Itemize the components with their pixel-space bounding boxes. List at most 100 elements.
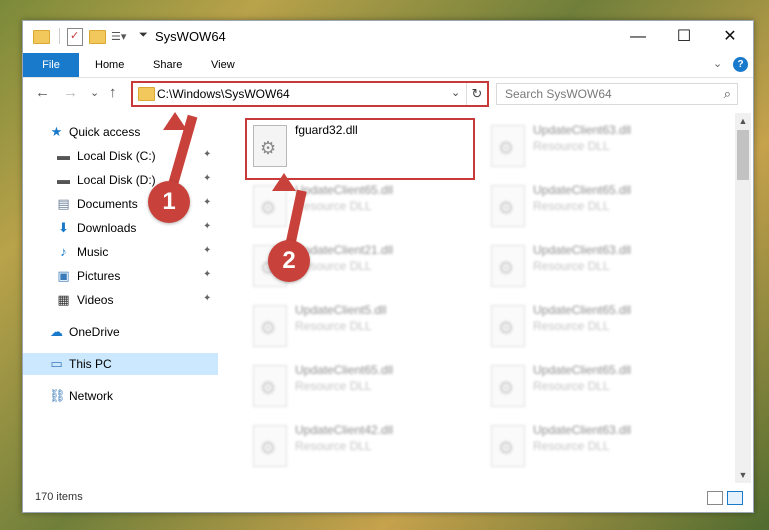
refresh-button[interactable]: ↻ <box>466 83 487 105</box>
help-icon[interactable]: ? <box>733 57 748 72</box>
dll-file-icon: ⚙ <box>253 125 287 167</box>
gear-icon: ⚙ <box>498 318 515 338</box>
dll-file-icon: ⚙ <box>491 365 525 407</box>
gear-icon: ⚙ <box>260 198 277 218</box>
file-name: UpdateClient65.dll <box>295 363 394 377</box>
tab-share[interactable]: Share <box>153 53 182 77</box>
address-dropdown-icon[interactable]: ⌄ <box>451 86 460 99</box>
scroll-up-icon[interactable]: ▲ <box>735 113 751 129</box>
sidebar-item-label: OneDrive <box>69 325 120 339</box>
dll-file-icon: ⚙ <box>491 185 525 227</box>
file-item[interactable]: ⚙ UpdateClient65.dll Resource DLL <box>241 357 473 413</box>
documents-icon: ▤ <box>57 196 70 211</box>
search-icon[interactable]: ⌕ <box>724 86 731 102</box>
gear-icon: ⚙ <box>498 258 515 278</box>
expand-ribbon-icon[interactable]: ⌄ <box>713 57 722 70</box>
file-item-fguard32[interactable]: ⚙ fguard32.dll <box>241 117 473 173</box>
file-item[interactable]: ⚙ UpdateClient63.dll Resource DLL <box>479 237 711 293</box>
sidebar-item-label: This PC <box>69 357 112 371</box>
sidebar-item-videos[interactable]: ▦ Videos ✦ <box>23 289 218 311</box>
file-item[interactable]: ⚙ UpdateClient5.dll Resource DLL <box>241 297 473 353</box>
sidebar-item-label: Network <box>69 389 114 403</box>
file-type: Resource DLL <box>533 319 610 333</box>
address-path[interactable]: C:\Windows\SysWOW64 <box>157 87 290 101</box>
up-button[interactable]: ↑ <box>109 84 117 101</box>
sidebar-item-this-pc[interactable]: ▭ This PC <box>23 353 218 375</box>
back-button[interactable]: ← <box>35 84 50 101</box>
sidebar-item-local-disk-c[interactable]: ▬ Local Disk (C:) ✦ <box>23 145 218 167</box>
sidebar-item-label: Quick access <box>69 125 141 139</box>
pin-icon[interactable]: ✦ <box>203 293 211 304</box>
gear-icon: ⚙ <box>498 198 515 218</box>
pin-icon[interactable]: ✦ <box>203 269 211 280</box>
sidebar-item-downloads[interactable]: ⬇ Downloads ✦ <box>23 217 218 239</box>
file-item[interactable]: ⚙ UpdateClient42.dll Resource DLL <box>241 417 473 473</box>
sidebar-item-label: Pictures <box>77 269 121 283</box>
file-explorer-window: ✓ ☰▾ ⏷ SysWOW64 — ☐ ✕ File Home Share Vi… <box>22 20 754 513</box>
file-type: Resource DLL <box>295 319 372 333</box>
sidebar-item-local-disk-d[interactable]: ▬ Local Disk (D:) ✦ <box>23 169 218 191</box>
drive-icon: ▬ <box>57 148 70 163</box>
large-icons-view-icon[interactable] <box>727 491 743 505</box>
file-name: UpdateClient65.dll <box>295 183 394 197</box>
forward-button[interactable]: → <box>63 84 78 101</box>
scroll-thumb[interactable] <box>737 130 749 180</box>
gear-icon: ⚙ <box>498 438 515 458</box>
customize-quick-access-icon[interactable]: ☰▾ <box>111 30 126 46</box>
search-input[interactable]: Search SysWOW64 <box>505 87 612 101</box>
sidebar-item-pictures[interactable]: ▣ Pictures ✦ <box>23 265 218 287</box>
dll-file-icon: ⚙ <box>253 185 287 227</box>
pin-icon[interactable]: ✦ <box>203 221 211 232</box>
file-item[interactable]: ⚙ UpdateClient65.dll Resource DLL <box>479 177 711 233</box>
file-item[interactable]: ⚙ UpdateClient65.dll Resource DLL <box>479 297 711 353</box>
file-name: UpdateClient21.dll <box>295 243 394 257</box>
file-type: Resource DLL <box>295 439 372 453</box>
navigation-pane: ★ Quick access ▬ Local Disk (C:) ✦ ▬ Loc… <box>23 113 219 483</box>
vertical-scrollbar[interactable]: ▲ ▼ <box>735 113 751 483</box>
maximize-button[interactable]: ☐ <box>661 21 707 53</box>
quick-access-dropdown-icon[interactable]: ⏷ <box>139 29 148 45</box>
tab-file[interactable]: File <box>23 53 79 77</box>
pin-icon[interactable]: ✦ <box>203 173 211 184</box>
file-item[interactable]: ⚙ UpdateClient63.dll Resource DLL <box>479 117 711 173</box>
pin-icon[interactable]: ✦ <box>203 245 211 256</box>
network-icon: ⛓ <box>49 388 66 403</box>
file-item[interactable]: ⚙ UpdateClient63.dll Resource DLL <box>479 417 711 473</box>
pin-icon[interactable]: ✦ <box>203 149 211 160</box>
callout-badge-1: 1 <box>148 181 190 223</box>
new-folder-icon[interactable] <box>89 30 106 44</box>
properties-icon[interactable]: ✓ <box>67 28 83 46</box>
details-view-icon[interactable] <box>707 491 723 505</box>
title-bar: ✓ ☰▾ ⏷ SysWOW64 — ☐ ✕ <box>23 21 753 53</box>
sidebar-item-label: Documents <box>77 197 138 211</box>
dll-file-icon: ⚙ <box>253 365 287 407</box>
sidebar-item-music[interactable]: ♪ Music ✦ <box>23 241 218 263</box>
recent-locations-button[interactable]: ⌄ <box>90 86 99 99</box>
tab-home[interactable]: Home <box>95 53 124 77</box>
pin-icon[interactable]: ✦ <box>203 197 211 208</box>
dll-file-icon: ⚙ <box>491 425 525 467</box>
dll-file-icon: ⚙ <box>253 425 287 467</box>
scroll-down-icon[interactable]: ▼ <box>735 467 751 483</box>
close-button[interactable]: ✕ <box>707 21 753 53</box>
file-name: UpdateClient65.dll <box>533 183 632 197</box>
window-title: SysWOW64 <box>155 29 226 44</box>
folder-icon <box>138 87 155 101</box>
dll-file-icon: ⚙ <box>491 245 525 287</box>
sidebar-item-network[interactable]: ⛓ Network <box>23 385 218 407</box>
file-list: ⚙ fguard32.dll ⚙ UpdateClient63.dll Reso… <box>231 113 733 483</box>
search-box[interactable]: Search SysWOW64 ⌕ <box>496 83 738 105</box>
gear-icon: ⚙ <box>260 438 277 458</box>
tab-view[interactable]: View <box>211 53 235 77</box>
gear-icon: ⚙ <box>498 138 515 158</box>
file-name: fguard32.dll <box>295 123 358 137</box>
minimize-button[interactable]: — <box>615 21 661 53</box>
star-icon: ★ <box>50 124 63 139</box>
sidebar-item-onedrive[interactable]: ☁ OneDrive <box>23 321 218 343</box>
dll-file-icon: ⚙ <box>253 305 287 347</box>
download-arrow-icon: ⬇ <box>58 220 69 235</box>
file-item[interactable]: ⚙ UpdateClient65.dll Resource DLL <box>479 357 711 413</box>
gear-icon: ⚙ <box>498 378 515 398</box>
address-bar[interactable]: C:\Windows\SysWOW64 ⌄ ↻ <box>131 81 489 107</box>
dll-file-icon: ⚙ <box>491 305 525 347</box>
